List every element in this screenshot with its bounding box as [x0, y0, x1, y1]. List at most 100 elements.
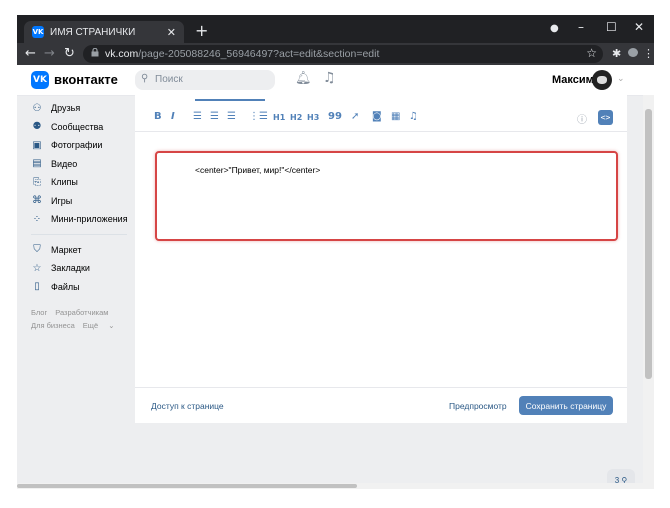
- sidebar-item-friends[interactable]: ⚇ Друзья: [31, 99, 131, 118]
- menu-icon[interactable]: ⋮: [643, 47, 654, 60]
- save-page-button[interactable]: Сохранить страницу: [519, 396, 613, 415]
- sidebar-item-label: Мини-приложения: [51, 214, 128, 225]
- close-window-icon[interactable]: ✕: [634, 20, 644, 34]
- sidebar-item-label: Закладки: [51, 263, 90, 274]
- reload-icon[interactable]: ↻: [64, 46, 75, 61]
- italic-button[interactable]: I: [171, 111, 175, 122]
- photo-icon[interactable]: ◙: [372, 111, 382, 122]
- music-icon[interactable]: ♫: [323, 70, 336, 86]
- vertical-scrollbar[interactable]: [643, 95, 654, 483]
- forward-icon[interactable]: →: [44, 46, 55, 61]
- table-icon[interactable]: ▦: [391, 111, 400, 122]
- browser-tab[interactable]: VK ИМЯ СТРАНИЧКИ ✕: [24, 21, 184, 43]
- sidebar-item-label: Сообщества: [51, 121, 104, 132]
- bookmark-star-icon[interactable]: ☆: [586, 46, 597, 60]
- back-icon[interactable]: ←: [25, 46, 36, 61]
- sidebar-item-label: Файлы: [51, 281, 80, 292]
- search-input[interactable]: ⚲ Поиск: [135, 70, 275, 90]
- chat-count: 3: [614, 475, 620, 484]
- sidebar-item-clips[interactable]: ⎘ Клипы: [31, 173, 131, 192]
- bookmarks-icon: ☆: [32, 262, 42, 274]
- search-placeholder: Поиск: [155, 74, 183, 85]
- browser-toolbar: ← → ↻ vk.com/page-205088246_56946497?act…: [17, 43, 654, 65]
- align-left-icon[interactable]: ☰: [193, 111, 202, 122]
- market-icon: ⛉: [33, 244, 41, 256]
- footer-link-developers[interactable]: Разработчикам: [55, 308, 108, 317]
- communities-icon: ⚉: [32, 121, 42, 133]
- search-icon: ⚲: [141, 73, 149, 84]
- sidebar-item-games[interactable]: ⌘ Игры: [31, 192, 131, 211]
- footer-link-business[interactable]: Для бизнеса: [31, 321, 75, 330]
- new-tab-icon[interactable]: +: [195, 23, 208, 39]
- editor-toolbar: B I ☰ ☰ ☰ ⋮☰ H1 H2 H3 99 ➚ ◙ ▦ ♫ ⓘ <>: [135, 105, 627, 132]
- heading-2-button[interactable]: H2: [290, 113, 302, 122]
- profile-avatar-icon[interactable]: [628, 48, 638, 57]
- quote-button[interactable]: 99: [328, 111, 342, 122]
- sidebar-item-label: Маркет: [51, 244, 82, 255]
- mini-apps-icon: ⁘: [32, 213, 42, 225]
- horizontal-scrollbar-thumb[interactable]: [17, 484, 357, 488]
- user-name[interactable]: Максим: [552, 74, 594, 86]
- sidebar-item-video[interactable]: ▤ Видео: [31, 155, 131, 174]
- address-bar[interactable]: vk.com/page-205088246_56946497?act=edit&…: [83, 45, 603, 63]
- align-center-icon[interactable]: ☰: [210, 111, 219, 122]
- wiki-editor-card: B I ☰ ☰ ☰ ⋮☰ H1 H2 H3 99 ➚ ◙ ▦ ♫ ⓘ <> <c…: [135, 95, 627, 423]
- footer-link-blog[interactable]: Блог: [31, 308, 47, 317]
- scrollbar-thumb[interactable]: [645, 109, 652, 379]
- sidebar-item-label: Фотографии: [51, 140, 103, 151]
- list-icon[interactable]: ⋮☰: [249, 111, 268, 122]
- sidebar-item-label: Игры: [51, 195, 73, 206]
- person-icon: ⚲: [621, 475, 628, 484]
- active-tab-indicator: [195, 99, 265, 101]
- footer-link-more[interactable]: Ещё ⌄: [83, 321, 123, 330]
- code-mode-icon[interactable]: <>: [598, 110, 613, 125]
- close-tab-icon[interactable]: ✕: [167, 26, 176, 39]
- title-bar: VK ИМЯ СТРАНИЧКИ ✕ + ● – ☐ ✕: [17, 15, 654, 43]
- page-access-link[interactable]: Доступ к странице: [151, 401, 224, 411]
- horizontal-scrollbar[interactable]: [17, 483, 654, 489]
- vk-logo-icon[interactable]: VK: [31, 71, 49, 89]
- friends-icon: ⚇: [32, 102, 42, 114]
- bold-button[interactable]: B: [154, 111, 162, 122]
- link-icon[interactable]: ➚: [351, 111, 359, 122]
- help-icon[interactable]: ⓘ: [577, 111, 587, 126]
- heading-3-button[interactable]: H3: [307, 113, 319, 122]
- sidebar-item-communities[interactable]: ⚉ Сообщества: [31, 118, 131, 137]
- chevron-down-icon[interactable]: ⌄: [617, 74, 625, 84]
- clips-icon: ⎘: [33, 176, 41, 188]
- sidebar-footer: Блог Разработчикам Для бизнеса Ещё ⌄: [31, 306, 131, 332]
- sidebar-item-label: Видео: [51, 158, 78, 169]
- sidebar-item-label: Друзья: [51, 103, 81, 114]
- audio-icon[interactable]: ♫: [409, 111, 418, 122]
- profile-dropdown-icon[interactable]: ●: [550, 23, 559, 34]
- photos-icon: ▣: [32, 139, 42, 151]
- sidebar-item-files[interactable]: ▯ Файлы: [31, 278, 131, 297]
- heading-1-button[interactable]: H1: [273, 113, 285, 122]
- chevron-down-icon: ⌄: [108, 321, 115, 330]
- maximize-icon[interactable]: ☐: [606, 20, 617, 34]
- lock-icon: [91, 48, 99, 57]
- notifications-bell-icon[interactable]: 🔔︎: [295, 71, 312, 86]
- vk-page: VK вконтакте ⚲ Поиск 🔔︎ ♫ Максим ⌄ ⚇ Друз…: [17, 65, 654, 483]
- extensions-icon[interactable]: ✱: [612, 47, 621, 60]
- sidebar-item-mini-apps[interactable]: ⁘ Мини-приложения: [31, 210, 131, 229]
- url-host: vk.com: [105, 48, 139, 60]
- code-editor-textarea[interactable]: <center>"Привет, мир!"</center>: [155, 151, 618, 241]
- vk-logo-text[interactable]: вконтакте: [54, 72, 118, 87]
- sidebar-item-bookmarks[interactable]: ☆ Закладки: [31, 259, 131, 278]
- code-content: <center>"Привет, мир!"</center>: [195, 165, 321, 175]
- browser-window: VK ИМЯ СТРАНИЧКИ ✕ + ● – ☐ ✕ ← → ↻ vk.co…: [17, 15, 654, 489]
- left-sidebar: ⚇ Друзья ⚉ Сообщества ▣ Фотографии ▤ Видео ⎘…: [31, 99, 131, 332]
- chat-widget-button[interactable]: 3 ⚲: [607, 469, 635, 483]
- sidebar-item-photos[interactable]: ▣ Фотографии: [31, 136, 131, 155]
- minimize-icon[interactable]: –: [578, 20, 584, 34]
- sidebar-item-label: Клипы: [51, 177, 78, 188]
- tab-title: ИМЯ СТРАНИЧКИ: [50, 26, 136, 38]
- editor-footer: Доступ к странице Предпросмотр Сохранить…: [135, 387, 627, 424]
- sidebar-item-market[interactable]: ⛉ Маркет: [31, 241, 131, 260]
- avatar[interactable]: [592, 70, 612, 90]
- video-icon: ▤: [32, 158, 42, 170]
- url-text: vk.com/page-205088246_56946497?act=edit&…: [105, 48, 379, 60]
- preview-link[interactable]: Предпросмотр: [449, 401, 507, 411]
- align-right-icon[interactable]: ☰: [227, 111, 236, 122]
